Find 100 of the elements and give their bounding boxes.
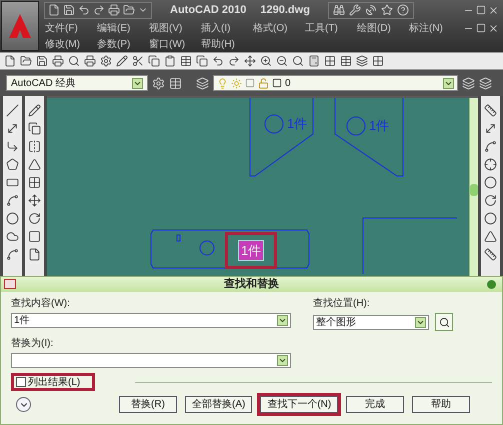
folder-icon[interactable] [20,55,32,67]
application-button[interactable] [1,1,39,51]
drawing-text: 1件 [368,117,390,135]
select-objects-icon[interactable] [438,316,450,328]
highlight-frame[interactable]: 列出结果(L) [11,373,96,391]
zoom-icon[interactable] [292,55,304,67]
dropdown-button[interactable] [415,316,426,328]
layers-icon[interactable] [356,55,368,67]
scissors-icon[interactable] [132,55,144,67]
restore-icon[interactable] [476,22,486,32]
menu-item[interactable]: 帮助(H) [201,36,241,52]
dialog-button[interactable]: 完成 [346,396,404,413]
chevron-down-icon [278,316,287,325]
grid-icon[interactable] [372,55,384,67]
dropdown-button[interactable] [443,78,454,88]
drawing-text: 1件 [286,115,308,133]
save-icon[interactable] [36,55,48,67]
workspace-dropdown[interactable]: AutoCAD 经典 [6,75,148,91]
undo-icon[interactable] [212,55,224,67]
dropdown-button[interactable] [132,78,143,88]
new-file-icon[interactable] [48,4,60,16]
help-icon[interactable] [396,4,409,16]
maximize-icon[interactable] [476,4,486,14]
menu-item[interactable]: 编辑(E) [97,20,137,36]
layers-icon[interactable] [196,76,209,90]
menu-item[interactable]: 文件(F) [45,20,85,36]
layers-icon[interactable] [462,76,475,90]
select-objects-button[interactable] [435,313,453,331]
replace-field[interactable] [11,353,291,368]
menu-item[interactable]: 插入(I) [201,20,241,36]
zoom-out-icon[interactable] [276,55,288,67]
expand-button[interactable] [16,397,31,412]
menu-item[interactable]: 格式(O) [253,20,293,36]
cloud-icon[interactable] [6,230,19,243]
pencil-icon[interactable] [116,55,128,67]
spline-icon[interactable] [6,248,19,261]
table-icon[interactable] [180,55,192,67]
file-name: 1290.dwg [260,2,310,18]
menu-item[interactable]: 标注(N) [409,20,449,36]
star-icon[interactable] [380,4,393,16]
layers-icon[interactable] [479,76,492,90]
binoculars-icon[interactable] [332,4,345,16]
dropdown-button[interactable] [277,355,288,366]
color-swatch-icon[interactable] [272,78,282,88]
copy-icon[interactable] [196,55,208,67]
logo-icon [8,13,32,39]
menu-item[interactable]: 修改(M) [45,36,85,52]
polygon-icon[interactable] [6,158,19,171]
satellite-dish-icon[interactable] [364,4,377,16]
undo-icon[interactable] [78,4,90,16]
close-icon[interactable] [488,4,499,16]
wrench-icon[interactable] [348,4,361,16]
window-title: AutoCAD 2010 [170,2,246,18]
clipboard-icon[interactable] [164,55,176,67]
menu-item[interactable]: 参数(P) [97,36,137,52]
arc-icon[interactable] [6,194,19,207]
field-label: 查找位置(H): [313,296,371,311]
drawing-text: 1件 [238,240,264,261]
dialog-button[interactable]: 全部替换(A) [185,396,252,413]
find-field[interactable]: 1件 [11,313,291,328]
pan-icon[interactable] [244,55,256,67]
dialog-button[interactable]: 替换(R) [119,396,177,413]
scrollbar-thumb[interactable] [470,184,478,196]
grid-icon[interactable] [324,55,336,67]
printer-icon[interactable] [84,55,96,67]
redo-icon[interactable] [93,4,105,16]
redo-icon[interactable] [228,55,240,67]
copy-icon[interactable] [148,55,160,67]
chevron-down-icon [278,356,287,365]
menu-item[interactable]: 绘图(D) [357,20,397,36]
array-icon[interactable] [28,176,41,189]
rotate-icon[interactable] [28,212,41,225]
layer-dropdown[interactable]: 0 [213,75,458,91]
dialog-button[interactable]: 帮助 [412,396,470,413]
location-dropdown[interactable]: 整个图形 [313,314,429,330]
magnifier-icon[interactable] [68,55,80,67]
circle-icon[interactable] [6,212,19,225]
table-icon[interactable] [340,55,352,67]
square-icon[interactable] [245,78,255,88]
zoom-in-icon[interactable] [260,55,272,67]
checkbox[interactable] [16,377,26,387]
dialog-title: 查找和替换 [224,276,279,292]
printer-icon[interactable] [52,55,64,67]
menu-item[interactable]: 窗口(W) [149,36,189,52]
printer-icon[interactable] [108,4,120,16]
drawing-canvas[interactable]: 1件 1件 1件 [47,96,478,276]
file-icon[interactable] [4,55,16,67]
line-icon[interactable] [6,104,19,117]
rectangle-icon[interactable] [6,176,19,189]
gear-icon[interactable] [100,55,112,67]
copy-icon[interactable] [28,122,41,135]
menu-item[interactable]: 视图(V) [149,20,189,36]
menu-item[interactable]: 工具(T) [305,20,345,36]
move-icon[interactable] [28,194,41,207]
dialog-logo-icon [4,279,16,289]
scrollbar[interactable] [469,98,478,276]
dropdown-button[interactable] [277,315,288,326]
close-icon[interactable] [488,22,499,34]
calculator-icon[interactable] [308,55,320,67]
dialog-button[interactable]: 查找下一个(N) [260,396,338,413]
